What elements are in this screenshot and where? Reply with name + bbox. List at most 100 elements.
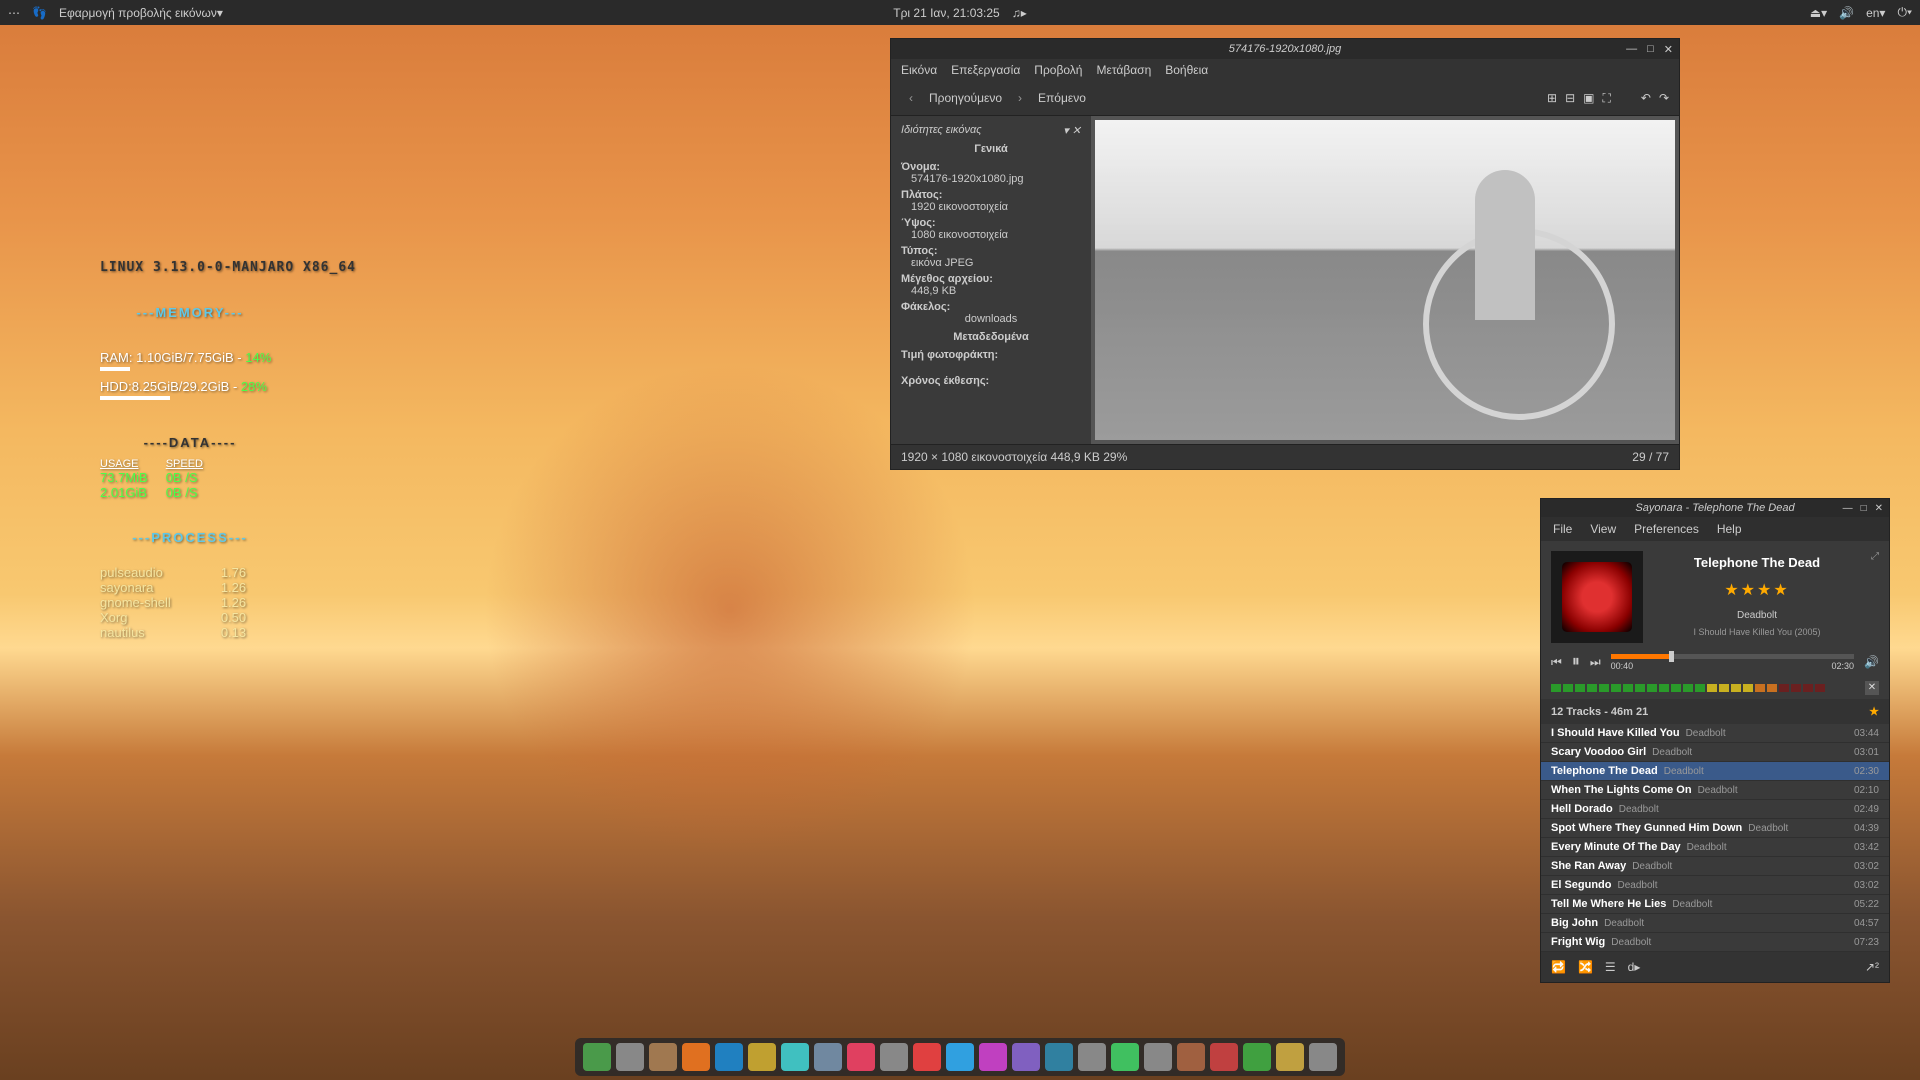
rotate-right-icon[interactable]: ↷ (1659, 91, 1669, 105)
track-row[interactable]: Tell Me Where He LiesDeadbolt05:22 (1541, 895, 1889, 914)
dock-app-icon[interactable] (1078, 1043, 1106, 1071)
progress-bar[interactable]: 00:4002:30 (1611, 654, 1854, 671)
dynamic-icon[interactable]: d▸ (1628, 960, 1641, 974)
close-icon[interactable]: ✕ (1875, 503, 1883, 514)
prev-arrow-icon[interactable]: ‹ (901, 87, 921, 109)
shuffle-icon[interactable]: 🔀 (1578, 960, 1593, 974)
dock-app-icon[interactable] (847, 1043, 875, 1071)
dock-app-icon[interactable] (1210, 1043, 1238, 1071)
prop-width-value: 1920 εικονοστοιχεία (901, 201, 1081, 213)
album-cover[interactable] (1551, 551, 1643, 643)
prev-track-icon[interactable]: ⏮ (1551, 655, 1562, 670)
track-row[interactable]: Hell DoradoDeadbolt02:49 (1541, 800, 1889, 819)
dock-app-icon[interactable] (1144, 1043, 1172, 1071)
eject-icon[interactable]: ⏏▾ (1810, 6, 1827, 20)
playlist-menu-icon[interactable]: ↗² (1865, 960, 1879, 974)
dock-app-icon[interactable] (979, 1043, 1007, 1071)
image-viewer-window: 574176-1920x1080.jpg — □ ✕ Εικόνα Επεξεργ… (890, 38, 1680, 470)
list-icon[interactable]: ☰ (1605, 960, 1616, 974)
process-name: nautilus (100, 625, 221, 640)
expand-icon[interactable]: ⤢ (1871, 551, 1879, 643)
menu-item[interactable]: Επεξεργασία (951, 63, 1020, 77)
track-row[interactable]: Fright WigDeadbolt07:23 (1541, 933, 1889, 952)
track-row[interactable]: When The Lights Come OnDeadbolt02:10 (1541, 781, 1889, 800)
zoom-in-icon[interactable]: ⊞ (1547, 91, 1557, 105)
track-row[interactable]: El SegundoDeadbolt03:02 (1541, 876, 1889, 895)
volume-icon[interactable]: 🔊 (1864, 655, 1879, 669)
ram-bar (100, 367, 130, 371)
fullscreen-icon[interactable]: ⛶ (1602, 91, 1610, 106)
dock-app-icon[interactable] (1276, 1043, 1304, 1071)
rotate-left-icon[interactable]: ↶ (1641, 91, 1651, 105)
eq-close-icon[interactable]: ✕ (1865, 681, 1879, 695)
zoom-out-icon[interactable]: ⊟ (1565, 91, 1575, 105)
dock-app-icon[interactable] (781, 1043, 809, 1071)
prop-size-value: 448,9 KB (901, 285, 1081, 297)
track-row[interactable]: She Ran AwayDeadbolt03:02 (1541, 857, 1889, 876)
next-button[interactable]: Επόμενο (1038, 91, 1086, 105)
track-row[interactable]: Every Minute Of The DayDeadbolt03:42 (1541, 838, 1889, 857)
favorite-icon[interactable]: ★ (1869, 705, 1879, 718)
process-value: 1.26 (221, 595, 296, 610)
track-row[interactable]: Big JohnDeadbolt04:57 (1541, 914, 1889, 933)
next-track-icon[interactable]: ⏭ (1590, 655, 1601, 670)
props-close-icon[interactable]: ▾ ✕ (1063, 124, 1081, 137)
dock-app-icon[interactable] (748, 1043, 776, 1071)
dock-app-icon[interactable] (1111, 1043, 1139, 1071)
dock-app-icon[interactable] (1045, 1043, 1073, 1071)
image-viewer-titlebar[interactable]: 574176-1920x1080.jpg — □ ✕ (891, 39, 1679, 59)
close-icon[interactable]: ✕ (1664, 43, 1673, 56)
track-row[interactable]: I Should Have Killed YouDeadbolt03:44 (1541, 724, 1889, 743)
os-label: LINUX 3.13.0-0-MANJARO X86_64 (100, 260, 356, 275)
menu-item[interactable]: Μετάβαση (1096, 63, 1151, 77)
menu-item[interactable]: Προβολή (1034, 63, 1082, 77)
menu-item[interactable]: Preferences (1634, 522, 1699, 536)
menu-item[interactable]: Βοήθεια (1165, 63, 1208, 77)
maximize-icon[interactable]: □ (1861, 503, 1867, 514)
volume-icon[interactable]: 🔊 (1839, 6, 1854, 20)
menu-item[interactable]: Help (1717, 522, 1742, 536)
prop-exposure-label: Χρόνος έκθεσης: (901, 375, 1081, 387)
app-menu[interactable]: Εφαρμογή προβολής εικόνων▾ (59, 6, 223, 20)
track-duration: 07:23 (1854, 937, 1879, 948)
dock-app-icon[interactable] (814, 1043, 842, 1071)
dock-app-icon[interactable] (1309, 1043, 1337, 1071)
track-row[interactable]: Telephone The DeadDeadbolt02:30 (1541, 762, 1889, 781)
dock-app-icon[interactable] (946, 1043, 974, 1071)
player-titlebar[interactable]: Sayonara - Telephone The Dead — □ ✕ (1541, 499, 1889, 517)
repeat-icon[interactable]: 🔁 (1551, 960, 1566, 974)
menu-item[interactable]: File (1553, 522, 1572, 536)
minimize-icon[interactable]: — (1843, 503, 1853, 514)
rating-stars[interactable]: ★★★★ (1655, 580, 1859, 600)
next-arrow-icon[interactable]: › (1010, 87, 1030, 109)
prev-button[interactable]: Προηγούμενο (929, 91, 1002, 105)
menu-item[interactable]: Εικόνα (901, 63, 937, 77)
data-header: ----DATA---- (100, 435, 280, 450)
dock-app-icon[interactable] (583, 1043, 611, 1071)
dock-app-icon[interactable] (880, 1043, 908, 1071)
minimize-icon[interactable]: — (1626, 43, 1637, 56)
activities-icon[interactable]: ⋯ (8, 6, 20, 20)
track-name: El Segundo (1551, 879, 1612, 891)
keyboard-layout[interactable]: en▾ (1866, 6, 1885, 20)
track-row[interactable]: Scary Voodoo GirlDeadbolt03:01 (1541, 743, 1889, 762)
maximize-icon[interactable]: □ (1647, 43, 1654, 56)
menu-item[interactable]: View (1590, 522, 1616, 536)
dock-app-icon[interactable] (1012, 1043, 1040, 1071)
dock-app-icon[interactable] (1177, 1043, 1205, 1071)
power-icon[interactable]: ⏻▾ (1897, 5, 1912, 20)
dock (575, 1038, 1345, 1076)
music-indicator-icon[interactable]: ♫▸ (1012, 6, 1027, 20)
dock-app-icon[interactable] (649, 1043, 677, 1071)
dock-app-icon[interactable] (616, 1043, 644, 1071)
dock-app-icon[interactable] (682, 1043, 710, 1071)
clock[interactable]: Τρι 21 Ιαν, 21:03:25 (893, 6, 1000, 20)
pause-icon[interactable]: ⏸ (1572, 653, 1580, 671)
image-preview[interactable] (1091, 116, 1679, 444)
dock-app-icon[interactable] (913, 1043, 941, 1071)
gnome-foot-icon[interactable]: 👣 (32, 6, 47, 20)
dock-app-icon[interactable] (1243, 1043, 1271, 1071)
track-row[interactable]: Spot Where They Gunned Him DownDeadbolt0… (1541, 819, 1889, 838)
zoom-fit-icon[interactable]: ▣ (1583, 91, 1594, 105)
dock-app-icon[interactable] (715, 1043, 743, 1071)
